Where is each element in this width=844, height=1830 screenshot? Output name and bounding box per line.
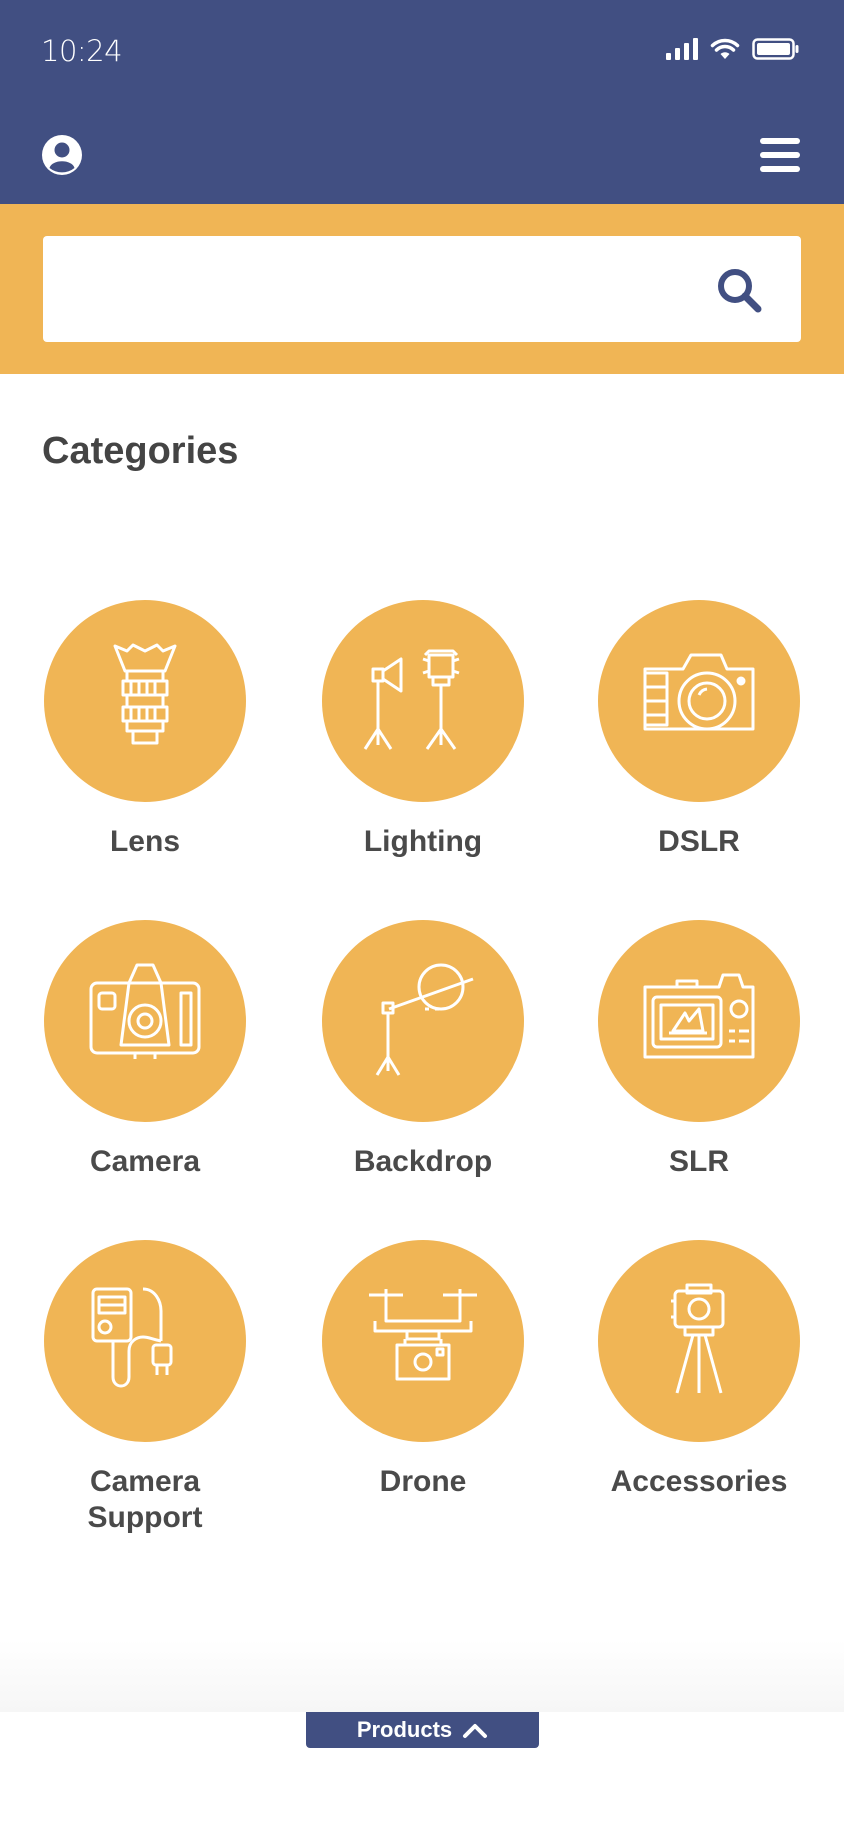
category-camera[interactable]: Camera xyxy=(15,920,275,1180)
search-box xyxy=(43,236,801,342)
category-label: Camera xyxy=(89,1145,201,1178)
search-input[interactable] xyxy=(43,236,683,342)
wifi-icon xyxy=(710,38,740,59)
category-label: Accessories xyxy=(610,1465,788,1498)
dslr-icon xyxy=(643,653,755,731)
category-circle xyxy=(44,920,246,1122)
category-label: Camera Support xyxy=(87,1465,203,1534)
category-circle xyxy=(598,600,800,802)
category-circle xyxy=(322,1240,524,1442)
category-label: Lighting xyxy=(363,825,483,858)
lens-icon xyxy=(113,643,177,745)
accessories-icon xyxy=(671,1283,725,1394)
category-circle xyxy=(322,920,524,1122)
category-lens[interactable]: Lens xyxy=(15,600,275,860)
category-label: DSLR xyxy=(658,825,740,858)
bottom-fade xyxy=(0,1640,844,1712)
category-label: Backdrop xyxy=(353,1145,493,1178)
category-circle xyxy=(598,920,800,1122)
signal-icon xyxy=(666,38,698,60)
slr-icon xyxy=(643,973,755,1059)
drone-icon xyxy=(369,1289,477,1381)
category-backdrop[interactable]: Backdrop xyxy=(293,920,553,1180)
category-label: Drone xyxy=(379,1465,467,1498)
user-avatar-icon[interactable] xyxy=(41,134,83,176)
category-accessories[interactable]: Accessories xyxy=(569,1240,829,1500)
category-drone[interactable]: Drone xyxy=(293,1240,553,1500)
category-camera-support[interactable]: Camera Support xyxy=(15,1240,275,1536)
category-circle xyxy=(598,1240,800,1442)
category-label: Lens xyxy=(109,825,181,858)
camera-support-icon xyxy=(91,1287,173,1388)
status-icons xyxy=(666,38,800,60)
search-icon[interactable] xyxy=(715,266,763,314)
category-circle xyxy=(44,600,246,802)
search-band xyxy=(0,204,844,374)
category-dslr[interactable]: DSLR xyxy=(569,600,829,860)
hamburger-menu-icon[interactable] xyxy=(760,137,800,173)
category-lighting[interactable]: Lighting xyxy=(293,600,553,860)
lighting-icon xyxy=(363,649,460,750)
section-title: Categories xyxy=(42,430,239,472)
category-circle xyxy=(322,600,524,802)
category-label: SLR xyxy=(669,1145,729,1178)
category-circle xyxy=(44,1240,246,1442)
app-header: 10:24 xyxy=(0,0,844,204)
camera-icon xyxy=(89,963,201,1059)
chevron-up-icon xyxy=(463,1724,488,1738)
backdrop-icon xyxy=(375,963,474,1076)
products-tab-label: Products xyxy=(356,1717,453,1742)
status-time: 10:24 xyxy=(41,34,123,68)
category-slr[interactable]: SLR xyxy=(569,920,829,1180)
battery-icon xyxy=(752,38,799,60)
products-tab[interactable]: Products xyxy=(306,1712,539,1748)
